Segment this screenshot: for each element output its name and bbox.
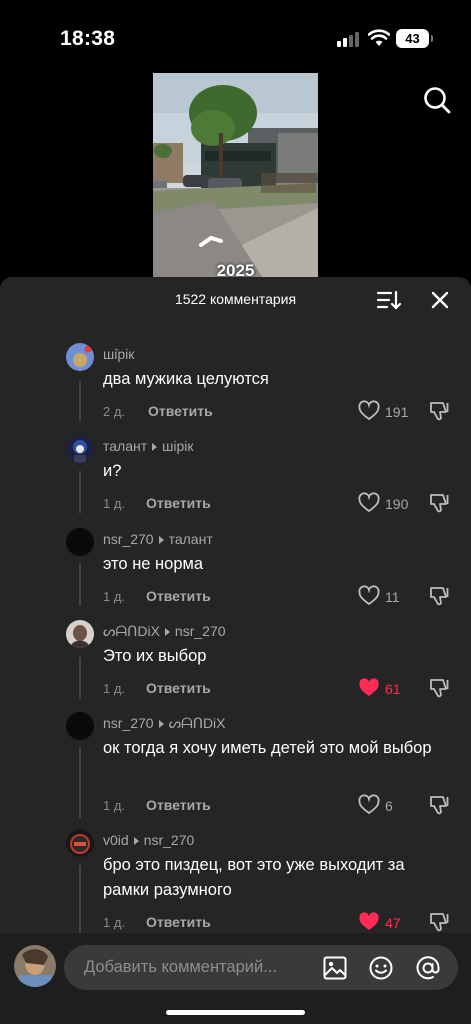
home-indicator[interactable] [166, 1010, 305, 1015]
search-icon[interactable] [422, 85, 452, 115]
at-icon[interactable] [415, 955, 441, 981]
status-time: 18:38 [60, 27, 116, 50]
heart-icon[interactable] [358, 492, 380, 514]
comments-header: 1522 комментария [0, 277, 471, 321]
thread-line [79, 865, 81, 933]
comment-text: Это их выбор [103, 647, 207, 665]
reply-button[interactable]: Ответить [148, 403, 213, 419]
avatar[interactable] [66, 829, 94, 857]
comment-input-placeholder: Добавить комментарий... [84, 958, 277, 976]
comment-author[interactable]: nsr_270 талант [103, 531, 213, 547]
reply-button[interactable]: Ответить [146, 914, 211, 930]
comment-meta: 1 д. Ответить 190 [103, 492, 463, 514]
avatar[interactable] [66, 343, 94, 371]
like-count: 47 [385, 915, 401, 931]
thread-line [79, 657, 81, 699]
like-count: 11 [385, 589, 400, 605]
reply-button[interactable]: Ответить [146, 797, 211, 813]
comment-author[interactable]: талант шірік [103, 438, 194, 454]
comment-meta: 1 д. Ответить 11 [103, 585, 463, 607]
comments-sheet: 1522 комментария ші̇рік два мужика целую… [0, 277, 471, 1024]
reply-arrow-icon [152, 442, 158, 451]
thumbs-down-icon[interactable] [429, 794, 451, 816]
video-player[interactable]: 2025 [153, 73, 318, 278]
comment-author[interactable]: ᔕᗩᑎDiX nsr_270 [103, 623, 226, 640]
reply-arrow-icon [133, 836, 139, 845]
reply-button[interactable]: Ответить [146, 588, 211, 604]
reply-arrow-icon [158, 535, 164, 544]
comment-author[interactable]: ші̇рік [103, 346, 134, 362]
thread-line [79, 748, 81, 818]
reply-button[interactable]: Ответить [146, 680, 211, 696]
heart-icon[interactable] [358, 400, 380, 422]
thumbs-down-icon[interactable] [429, 492, 451, 514]
like-count: 190 [385, 496, 409, 512]
avatar[interactable] [14, 945, 56, 987]
status-bar: 18:38 43 [0, 0, 471, 70]
avatar[interactable] [66, 712, 94, 740]
comment-date: 1 д. [103, 798, 126, 813]
avatar[interactable] [66, 435, 94, 463]
comment-author[interactable]: nsr_270 ᔕᗩᑎDiX [103, 715, 226, 732]
reply-button[interactable]: Ответить [146, 495, 211, 511]
comment-text: два мужика целуются [103, 370, 269, 388]
avatar[interactable] [66, 528, 94, 556]
comment-date: 1 д. [103, 496, 126, 511]
battery-icon: 43 [396, 29, 433, 48]
heart-icon[interactable] [358, 911, 380, 933]
comment-meta: 1 д. Ответить 6 [103, 794, 463, 816]
comment-date: 1 д. [103, 915, 126, 930]
image-icon[interactable] [322, 955, 348, 981]
comment-author[interactable]: v0id nsr_270 [103, 832, 194, 848]
comment-text: бро это пиздец, вот это уже выходит за р… [103, 856, 405, 899]
thread-line [79, 564, 81, 606]
sort-icon[interactable] [377, 290, 401, 310]
close-icon[interactable] [430, 290, 450, 310]
comment-meta: 2 д. Ответить 191 [103, 400, 463, 422]
comment-text: и? [103, 462, 122, 480]
heart-icon[interactable] [358, 677, 380, 699]
reply-arrow-icon [164, 627, 170, 636]
comment-meta: 1 д. Ответить 61 [103, 677, 463, 699]
like-count: 6 [385, 798, 393, 814]
cellular-signal-icon [337, 31, 359, 47]
like-count: 61 [385, 681, 401, 697]
heart-icon[interactable] [358, 794, 380, 816]
video-frame [153, 73, 318, 278]
heart-icon[interactable] [358, 585, 380, 607]
thread-line [79, 471, 81, 513]
wifi-icon [368, 29, 390, 46]
comment-text: это не норма [103, 555, 204, 573]
thumbs-down-icon[interactable] [429, 677, 451, 699]
comment-input[interactable]: Добавить комментарий... [64, 945, 458, 990]
comment-text: ок тогда я хочу иметь детей это мой выбо… [103, 739, 432, 757]
comment-meta: 1 д. Ответить 47 [103, 911, 463, 933]
comment-date: 2 д. [103, 404, 126, 419]
avatar[interactable] [66, 620, 94, 648]
emoji-icon[interactable] [368, 955, 394, 981]
video-caption-year: 2025 [216, 261, 255, 278]
reply-arrow-icon [158, 719, 164, 728]
like-count: 191 [385, 404, 409, 420]
thumbs-down-icon[interactable] [429, 400, 451, 422]
thread-line [79, 381, 81, 421]
comment-date: 1 д. [103, 589, 126, 604]
comment-date: 1 д. [103, 681, 126, 696]
comments-list[interactable]: ші̇рік два мужика целуются 2 д. Ответить… [0, 321, 471, 933]
thumbs-down-icon[interactable] [429, 911, 451, 933]
thumbs-down-icon[interactable] [429, 585, 451, 607]
